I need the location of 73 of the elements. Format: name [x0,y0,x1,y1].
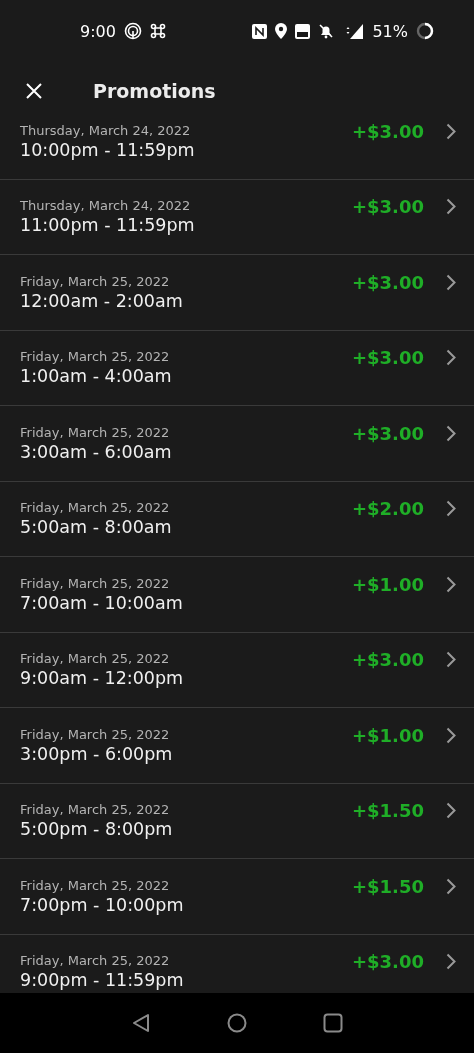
nfc-icon [252,23,268,39]
promotion-amount: +$3.00 [351,271,424,293]
promotion-row[interactable]: Thursday, March 24, 2022 10:00pm - 11:59pm +$3.00 [0,120,474,180]
promotion-amount: +$3.00 [351,951,424,973]
page-title: Promotions [93,80,216,102]
battery-percent: 51% [372,21,408,41]
promotion-hours: 5:00pm - 8:00pm [20,819,174,840]
recents-icon[interactable] [323,1013,343,1033]
chevron-right-icon [446,198,456,216]
promotion-date: Thursday, March 24, 2022 [20,122,192,138]
promotion-amount: +$1.50 [351,800,424,822]
location-pin-icon [275,23,288,39]
promotion-hours: 11:00pm - 11:59pm [20,215,196,236]
chevron-right-icon [446,726,456,744]
promotion-hours: 7:00am - 10:00am [20,592,184,613]
chevron-right-icon [446,877,456,895]
close-icon [25,82,43,100]
promotion-hours: 1:00am - 4:00am [20,366,173,387]
promotion-row[interactable]: Friday, March 25, 2022 5:00am - 8:00am +$2.00 [0,481,474,557]
promotion-date: Thursday, March 24, 2022 [20,198,192,214]
chevron-right-icon [446,651,456,669]
promotion-date: Friday, March 25, 2022 [20,953,171,969]
promotion-date: Friday, March 25, 2022 [20,349,171,365]
chevron-right-icon [446,273,456,291]
promotion-amount: +$3.00 [351,347,424,369]
promotion-amount: +$1.00 [351,573,424,595]
promotion-hours: 10:00pm - 11:59pm [20,139,196,160]
chevron-right-icon [446,424,456,442]
volte-icon [295,23,311,39]
battery-ring-icon [416,22,434,40]
promotion-date: Friday, March 25, 2022 [20,424,171,440]
home-icon[interactable] [227,1013,247,1033]
promotion-hours: 3:00am - 6:00am [20,441,173,462]
promotion-date: Friday, March 25, 2022 [20,802,171,818]
promotion-date: Friday, March 25, 2022 [20,726,171,742]
chevron-right-icon [446,802,456,820]
promotion-hours: 9:00am - 12:00pm [20,668,185,689]
promotion-row[interactable]: Friday, March 25, 2022 12:00am - 2:00am +$3.00 [0,255,474,331]
promotion-hours: 5:00am - 8:00am [20,517,173,538]
promotion-hours: 12:00am - 2:00am [20,290,184,311]
promotion-amount: +$3.00 [351,196,424,218]
back-icon[interactable] [131,1013,151,1033]
promotion-hours: 7:00pm - 10:00pm [20,894,185,915]
promotion-hours: 3:00pm - 6:00pm [20,743,174,764]
promotion-row[interactable]: Friday, March 25, 2022 9:00am - 12:00pm +$3.00 [0,632,474,708]
bell-muted-icon [318,23,335,39]
promotion-row[interactable]: Friday, March 25, 2022 3:00pm - 6:00pm +$1.00 [0,708,474,784]
promotion-amount: +$2.00 [351,498,424,520]
promotion-date: Friday, March 25, 2022 [20,877,171,893]
chevron-right-icon [446,500,456,518]
promotion-date: Friday, March 25, 2022 [20,651,171,667]
promotion-row[interactable]: Friday, March 25, 2022 3:00am - 6:00am +$3.00 [0,406,474,482]
promotion-date: Friday, March 25, 2022 [20,575,171,591]
promotion-date: Friday, March 25, 2022 [20,273,171,289]
promotion-hours: 9:00pm - 11:59pm [20,970,185,991]
promotion-row[interactable]: Friday, March 25, 2022 7:00pm - 10:00pm +$1.50 [0,859,474,935]
command-icon [149,23,166,39]
promotion-row[interactable]: Friday, March 25, 2022 5:00pm - 8:00pm +$1.50 [0,783,474,859]
promotion-amount: +$1.50 [351,875,424,897]
promotion-row[interactable]: Friday, March 25, 2022 1:00am - 4:00am +$3.00 [0,330,474,406]
status-time: 9:00 [80,21,116,41]
promotion-date: Friday, March 25, 2022 [20,500,171,516]
promotion-amount: +$3.00 [351,649,424,671]
promotion-row[interactable]: Thursday, March 24, 2022 11:00pm - 11:59pm +$3.00 [0,179,474,255]
fingerprint-icon [123,22,142,40]
promotion-row[interactable]: Friday, March 25, 2022 7:00am - 10:00am +$1.00 [0,557,474,633]
promotion-amount: +$3.00 [351,120,424,142]
promotion-amount: +$3.00 [351,422,424,444]
chevron-right-icon [446,122,456,140]
promotion-amount: +$1.00 [351,724,424,746]
chevron-right-icon [446,349,456,367]
chevron-right-icon [446,953,456,971]
chevron-right-icon [446,575,456,593]
